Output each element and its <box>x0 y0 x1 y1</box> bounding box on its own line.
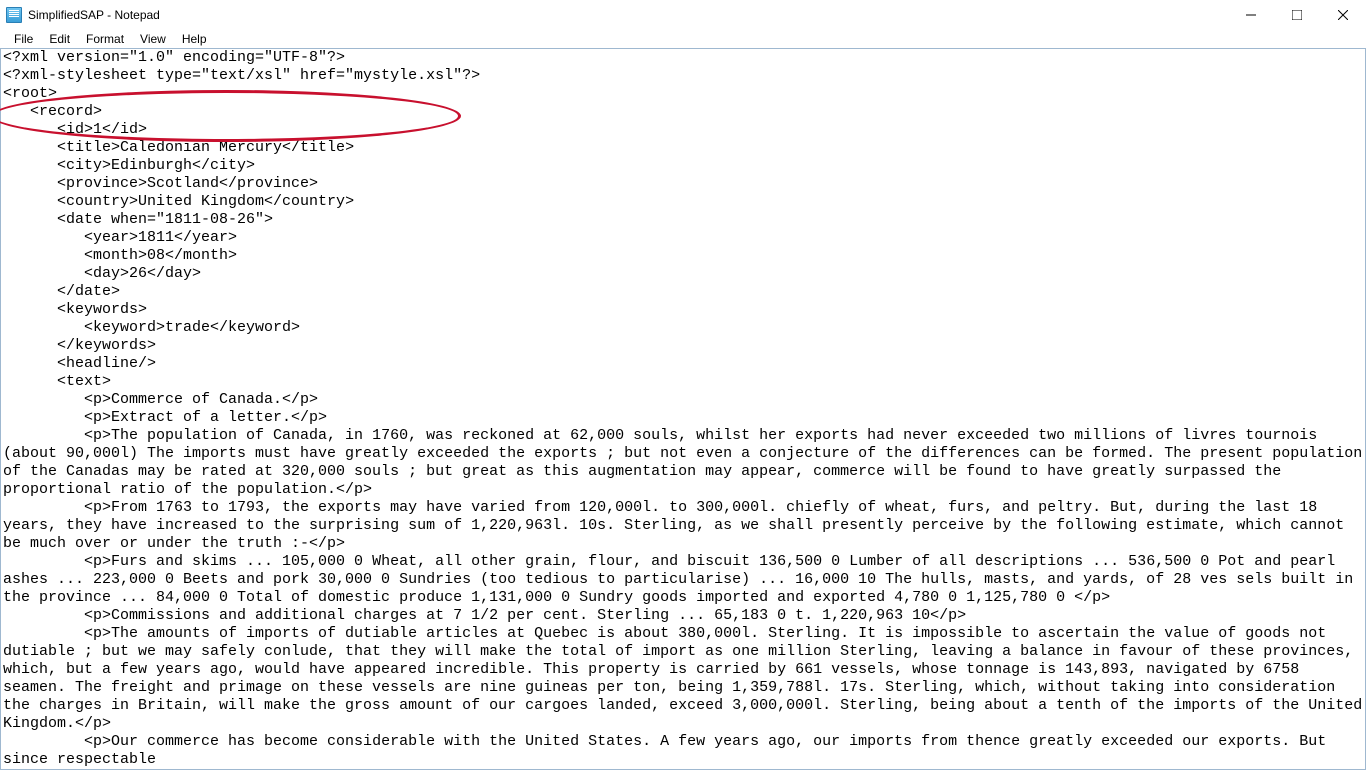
editor-frame: <?xml version="1.0" encoding="UTF-8"?> <… <box>0 48 1366 770</box>
notepad-icon <box>6 7 22 23</box>
maximize-button[interactable] <box>1274 0 1320 30</box>
menu-help[interactable]: Help <box>174 30 215 48</box>
menu-bar: File Edit Format View Help <box>0 30 1366 48</box>
menu-format[interactable]: Format <box>78 30 132 48</box>
menu-view[interactable]: View <box>132 30 174 48</box>
text-editor[interactable]: <?xml version="1.0" encoding="UTF-8"?> <… <box>1 49 1365 769</box>
window-title: SimplifiedSAP - Notepad <box>28 8 160 22</box>
title-bar: SimplifiedSAP - Notepad <box>0 0 1366 30</box>
menu-file[interactable]: File <box>6 30 41 48</box>
menu-edit[interactable]: Edit <box>41 30 78 48</box>
minimize-button[interactable] <box>1228 0 1274 30</box>
close-button[interactable] <box>1320 0 1366 30</box>
